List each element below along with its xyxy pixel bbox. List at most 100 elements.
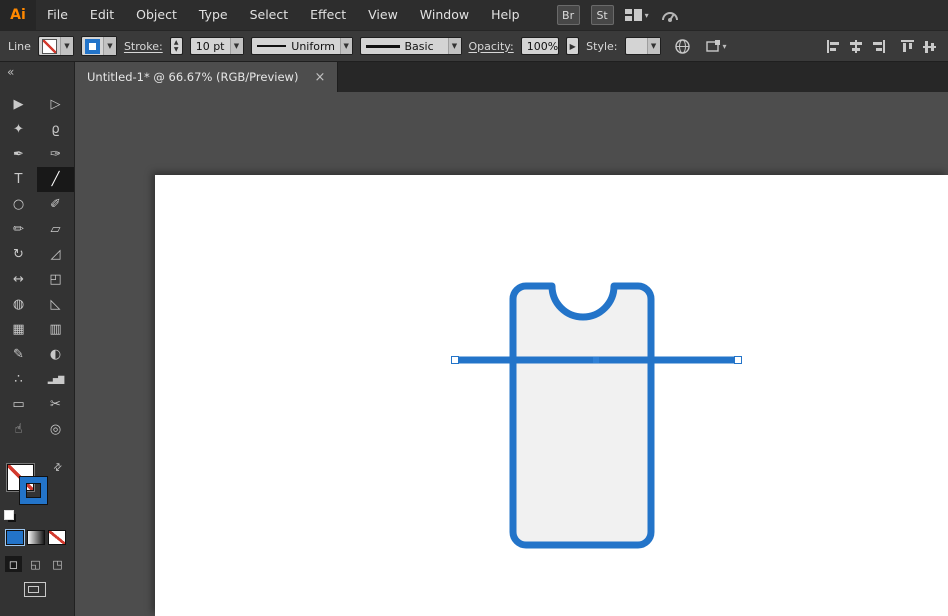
- fill-color-control[interactable]: ▼: [38, 36, 74, 56]
- workspace-switcher-button[interactable]: ▾: [625, 9, 649, 21]
- menu-window[interactable]: Window: [409, 0, 480, 30]
- ellipse-tool[interactable]: ○: [0, 192, 37, 217]
- eraser-tool[interactable]: ▱: [37, 217, 74, 242]
- style-label: Style:: [586, 40, 617, 53]
- color-button[interactable]: [6, 530, 24, 545]
- document-area: Untitled-1* @ 66.67% (RGB/Preview) ×: [75, 62, 948, 616]
- chevron-down-icon: ▾: [645, 11, 649, 20]
- selection-tool[interactable]: ▶: [0, 92, 37, 117]
- document-tab[interactable]: Untitled-1* @ 66.67% (RGB/Preview) ×: [75, 62, 338, 92]
- stepper-up-icon[interactable]: ▲: [174, 39, 179, 46]
- stroke-label[interactable]: Stroke:: [124, 40, 163, 53]
- brush-definition-select[interactable]: Basic ▼: [360, 37, 462, 55]
- gpu-performance-button[interactable]: [660, 7, 680, 23]
- align-vertical-top-icon[interactable]: [900, 39, 916, 54]
- shape-builder-tool[interactable]: ◍: [0, 292, 37, 317]
- recolor-artwork-button[interactable]: [674, 38, 691, 55]
- slice-tool[interactable]: ✂: [37, 392, 74, 417]
- chevron-down-icon[interactable]: ▼: [103, 37, 116, 55]
- notched-rect-shape[interactable]: [513, 286, 651, 545]
- perspective-grid-tool[interactable]: ◺: [37, 292, 74, 317]
- menu-type[interactable]: Type: [188, 0, 239, 30]
- eyedropper-tool[interactable]: ✎: [0, 342, 37, 367]
- chevron-down-icon: ▾: [723, 42, 727, 51]
- opacity-options-button[interactable]: ▶: [566, 37, 579, 55]
- collapse-panel-button[interactable]: «: [0, 62, 74, 84]
- chevron-down-icon[interactable]: ▼: [60, 37, 73, 55]
- stroke-weight-stepper[interactable]: ▲ ▼: [170, 37, 183, 55]
- align-horizontal-center-icon[interactable]: [848, 39, 864, 54]
- swap-fill-stroke-icon[interactable]: ⇄: [51, 461, 65, 475]
- none-button[interactable]: [48, 530, 66, 545]
- line-anchor-left[interactable]: [452, 357, 459, 364]
- draw-normal-mode-icon[interactable]: ◻: [5, 556, 22, 572]
- screen-mode-button[interactable]: [24, 582, 46, 597]
- scale-tool[interactable]: ◿: [37, 242, 74, 267]
- lasso-tool[interactable]: ϱ: [37, 117, 74, 142]
- draw-inside-mode-icon[interactable]: ◳: [49, 556, 66, 572]
- line-segment-tool[interactable]: ╱: [37, 167, 74, 192]
- align-horizontal-right-icon[interactable]: [870, 39, 886, 54]
- align-vertical-center-icon[interactable]: [922, 39, 938, 54]
- rotate-tool[interactable]: ↻: [0, 242, 37, 267]
- default-fill-stroke-icon[interactable]: [4, 510, 14, 520]
- draw-behind-mode-icon[interactable]: ◱: [27, 556, 44, 572]
- transform-menu-button[interactable]: ▾: [706, 40, 727, 53]
- stroke-color-control[interactable]: ▼: [81, 36, 117, 56]
- chevron-down-icon[interactable]: ▼: [230, 38, 243, 54]
- style-select[interactable]: ▼: [625, 37, 661, 55]
- chevron-down-icon[interactable]: ▼: [647, 38, 660, 54]
- bridge-button[interactable]: Br: [557, 5, 580, 25]
- brush-value: Basic: [405, 40, 443, 53]
- chevron-down-icon[interactable]: ▼: [340, 38, 352, 54]
- menu-effect[interactable]: Effect: [299, 0, 357, 30]
- symbol-sprayer-tool[interactable]: ∴: [0, 367, 37, 392]
- stroke-weight-value: 10 pt: [196, 40, 225, 53]
- stepper-down-icon[interactable]: ▼: [174, 46, 179, 53]
- curvature-tool[interactable]: ✑: [37, 142, 74, 167]
- hand-tool[interactable]: ☝: [0, 417, 37, 442]
- menubar-right-icons: Br St ▾: [557, 5, 680, 25]
- align-horizontal-left-icon[interactable]: [826, 39, 842, 54]
- line-anchor-right[interactable]: [735, 357, 742, 364]
- menu-edit[interactable]: Edit: [79, 0, 125, 30]
- fill-none-swatch-icon: [42, 39, 57, 54]
- chevron-down-icon[interactable]: ▼: [448, 38, 461, 54]
- magic-wand-tool[interactable]: ✦: [0, 117, 37, 142]
- gradient-button[interactable]: [27, 530, 45, 545]
- menu-file[interactable]: File: [36, 0, 79, 30]
- menu-object[interactable]: Object: [125, 0, 188, 30]
- mesh-tool[interactable]: ▦: [0, 317, 37, 342]
- document-tab-bar: Untitled-1* @ 66.67% (RGB/Preview) ×: [75, 62, 948, 92]
- illustrator-logo-icon[interactable]: Ai: [0, 0, 36, 30]
- uniform-profile-icon: [257, 45, 287, 47]
- transform-icon: [706, 40, 721, 53]
- zoom-tool[interactable]: ◎: [37, 417, 74, 442]
- stroke-weight-select[interactable]: 10 pt ▼: [190, 37, 244, 55]
- drawing-mode-buttons: ◻ ◱ ◳: [5, 556, 74, 572]
- paintbrush-tool[interactable]: ✐: [37, 192, 74, 217]
- opacity-label[interactable]: Opacity:: [469, 40, 514, 53]
- gpu-performance-icon: [660, 7, 680, 23]
- width-tool[interactable]: ↔: [0, 267, 37, 292]
- close-tab-icon[interactable]: ×: [314, 70, 325, 85]
- free-transform-tool[interactable]: ◰: [37, 267, 74, 292]
- type-tool[interactable]: T: [0, 167, 37, 192]
- direct-selection-tool[interactable]: ▷: [37, 92, 74, 117]
- opacity-select[interactable]: 100%: [521, 37, 559, 55]
- menu-view[interactable]: View: [357, 0, 409, 30]
- menu-help[interactable]: Help: [480, 0, 531, 30]
- canvas[interactable]: [75, 92, 948, 616]
- column-graph-tool[interactable]: ▂▅▇: [37, 367, 74, 392]
- blend-tool[interactable]: ◐: [37, 342, 74, 367]
- artboard-tool[interactable]: ▭: [0, 392, 37, 417]
- width-profile-select[interactable]: Uniform ▼: [251, 37, 353, 55]
- stroke-indicator-active[interactable]: [20, 477, 47, 504]
- gradient-tool[interactable]: ▥: [37, 317, 74, 342]
- pen-tool[interactable]: ✒: [0, 142, 37, 167]
- menu-select[interactable]: Select: [239, 0, 300, 30]
- line-midpoint-anchor[interactable]: [593, 357, 599, 363]
- shaper-tool[interactable]: ✏: [0, 217, 37, 242]
- stock-button[interactable]: St: [591, 5, 614, 25]
- menu-list: File Edit Object Type Select Effect View…: [36, 0, 531, 30]
